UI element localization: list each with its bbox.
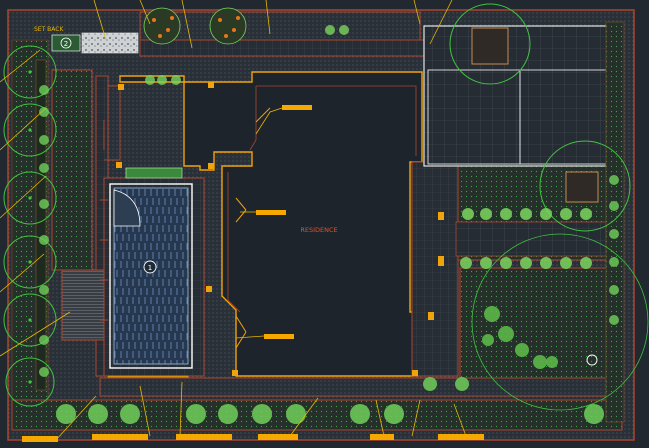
callout-bottom-1 xyxy=(22,436,58,442)
callout-bottom-4 xyxy=(258,434,298,440)
callout-bottom-5 xyxy=(370,434,394,440)
setback-label: SET BACK xyxy=(34,26,64,33)
top-right-planter xyxy=(471,27,509,65)
right-feature-box xyxy=(565,171,599,203)
site-plan-drawing: 2 SET BACK 1 RESIDENCE xyxy=(0,0,649,448)
callout-residence-3 xyxy=(264,334,294,339)
top-right-patio xyxy=(423,25,619,167)
left-garden-bed xyxy=(51,69,93,271)
right-terrace xyxy=(411,161,459,377)
callout-bottom-3 xyxy=(176,434,232,440)
callout-residence-2 xyxy=(256,210,286,215)
top-paving-band xyxy=(139,39,431,57)
pool-planter xyxy=(125,167,183,179)
callout-residence-1 xyxy=(282,105,312,110)
residence-label: RESIDENCE xyxy=(300,226,337,234)
bottom-paving-band xyxy=(99,377,611,397)
right-edge-planting xyxy=(605,21,625,423)
pool-marker-number: 1 xyxy=(148,264,152,272)
callout-bottom-2 xyxy=(92,434,148,440)
setback-marker-number: 2 xyxy=(64,40,68,48)
callout-bottom-6 xyxy=(438,434,484,440)
pool-deck xyxy=(61,269,107,341)
setback-gravel-area xyxy=(81,32,139,54)
